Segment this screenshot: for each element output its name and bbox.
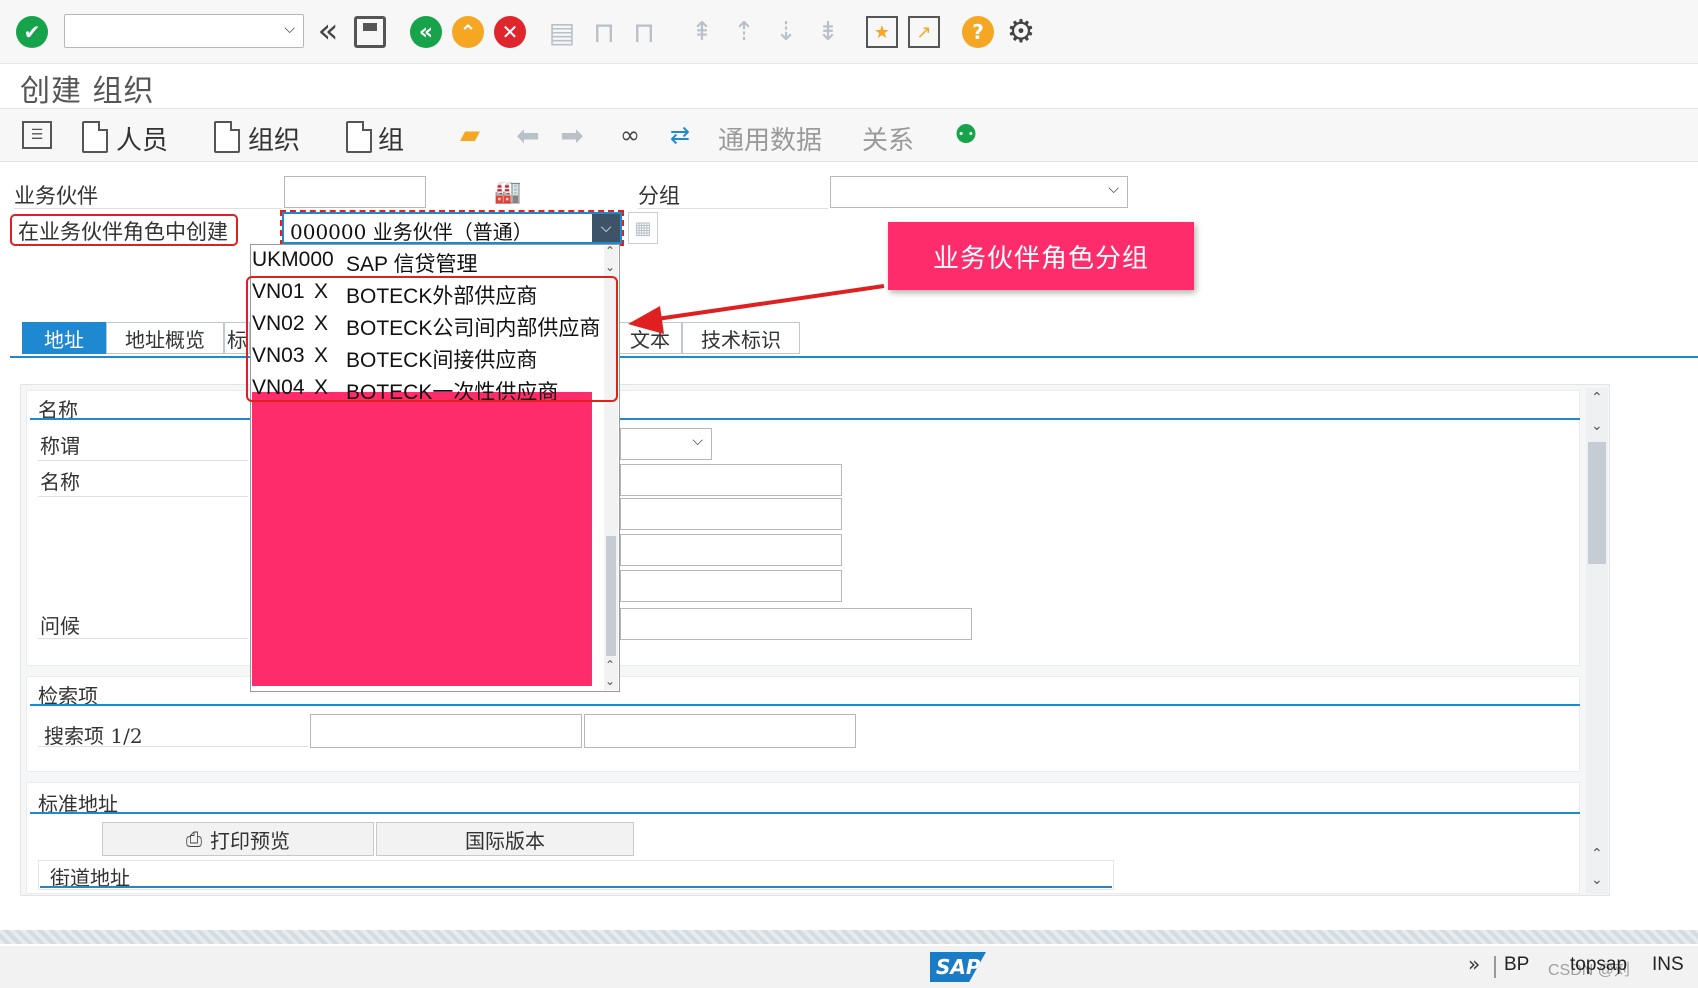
annotation-arrow	[628, 284, 885, 334]
status-divider	[1494, 956, 1496, 978]
status-bar: SAP » BP CSDN @刘 topsap INS	[0, 946, 1698, 988]
status-expand-icon[interactable]: »	[1468, 952, 1480, 976]
insert-mode: INS	[1652, 954, 1684, 975]
system-name: topsap	[1570, 954, 1628, 975]
status-bar-separator	[0, 930, 1698, 944]
transaction-code[interactable]: BP	[1504, 954, 1529, 976]
sap-logo: SAP	[930, 952, 986, 982]
annotation-arrow-head	[628, 306, 664, 334]
sap-logo-text: SAP	[936, 955, 981, 979]
annotation-arrow-line	[649, 284, 885, 322]
